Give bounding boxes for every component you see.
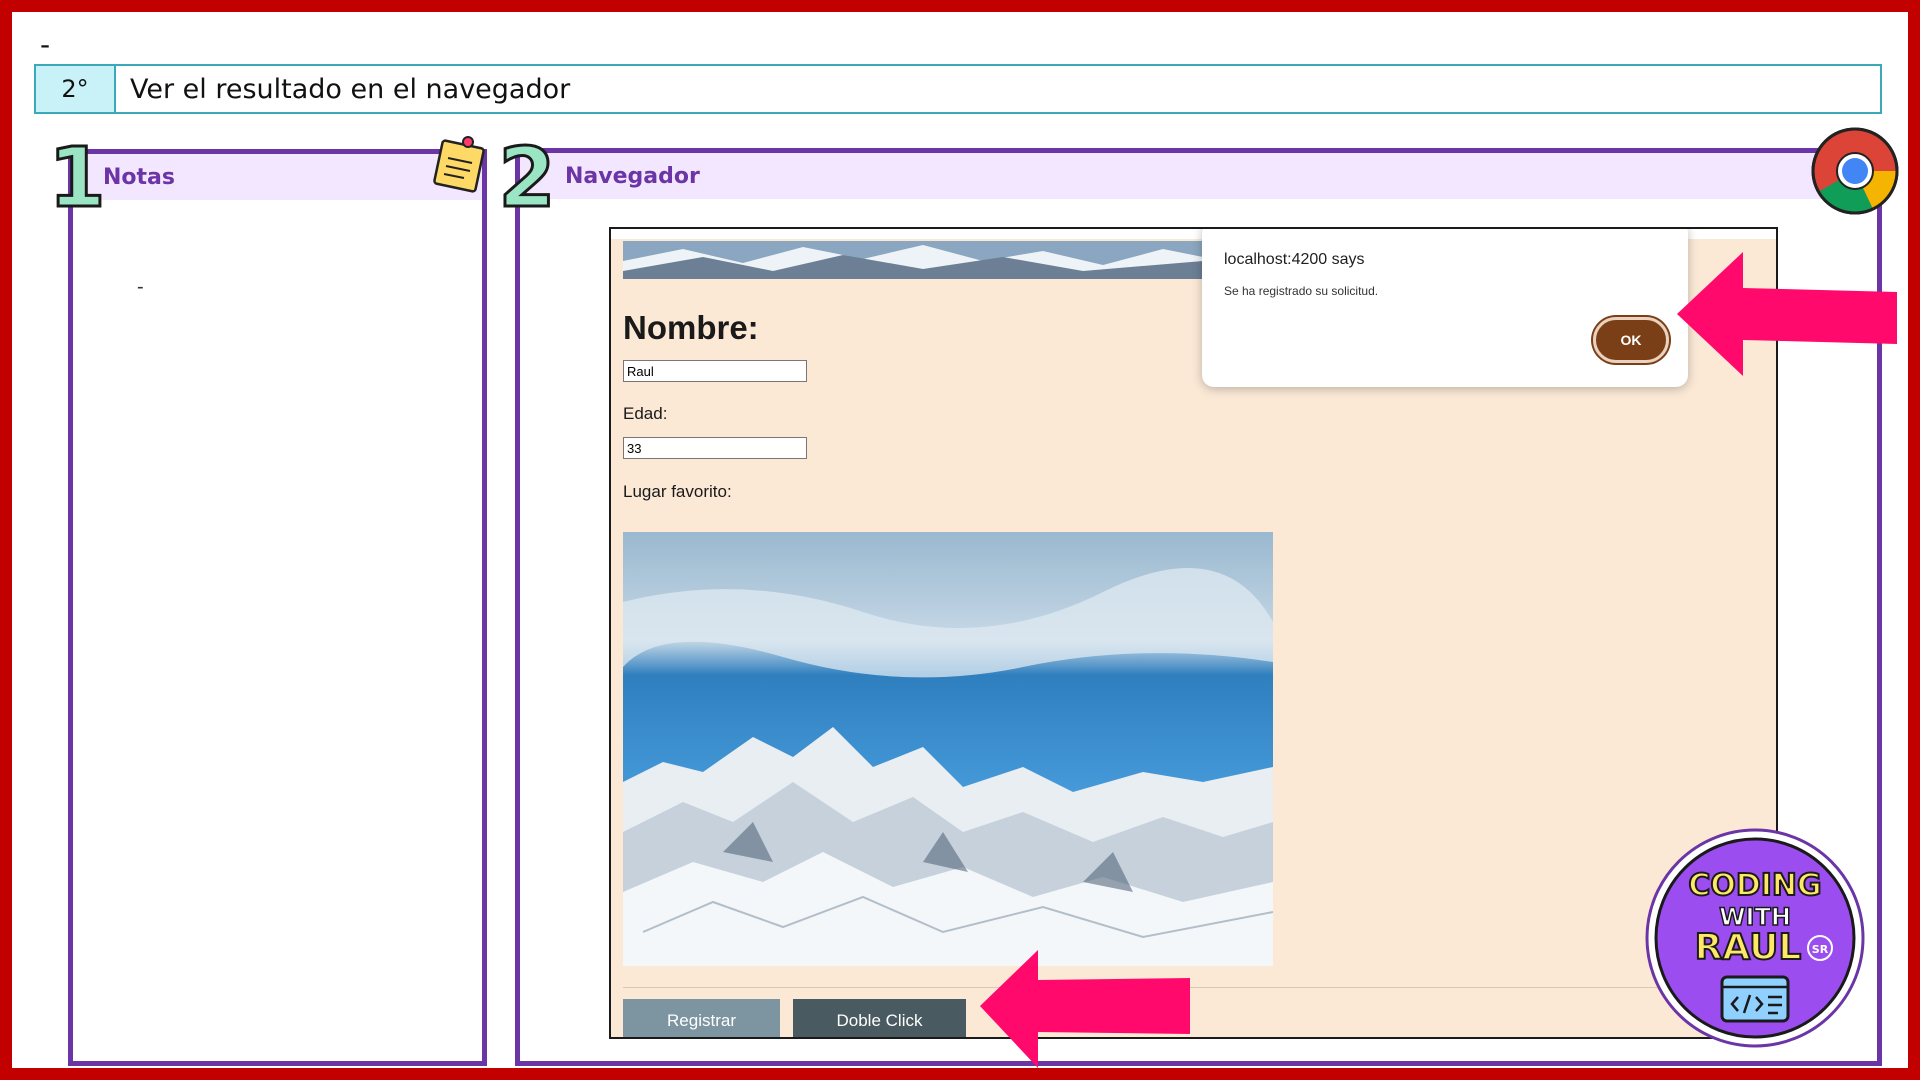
badge-number-2: 2: [498, 140, 556, 216]
logo-badge: SR: [1812, 943, 1829, 956]
form-title: Nombre:: [623, 309, 759, 346]
mountain-image: [623, 532, 1273, 966]
notes-panel: Notas -: [68, 149, 487, 1066]
sticky-note-icon: [433, 136, 485, 193]
chrome-icon: [1811, 127, 1899, 215]
register-button[interactable]: Registrar: [623, 999, 780, 1037]
alert-dialog: localhost:4200 says Se ha registrado su …: [1202, 229, 1688, 387]
alert-title: localhost:4200 says: [1224, 251, 1365, 268]
notes-title: Notas: [103, 164, 175, 190]
notes-header: Notas: [73, 154, 482, 200]
age-input[interactable]: [623, 437, 807, 459]
notes-content: -: [137, 276, 144, 298]
slide: - 2° Ver el resultado en el navegador No…: [12, 12, 1908, 1068]
badge-number-1: 1: [52, 140, 102, 216]
step-bar: 2° Ver el resultado en el navegador: [34, 64, 1882, 114]
form-divider: [623, 987, 1764, 988]
browser-screenshot: Nombre: Edad: Lugar favorito:: [609, 227, 1778, 1039]
step-title: Ver el resultado en el navegador: [130, 73, 571, 105]
double-click-button[interactable]: Doble Click: [793, 999, 966, 1037]
alert-message: Se ha registrado su solicitud.: [1224, 284, 1379, 298]
arrow-to-button-icon: [980, 950, 1190, 1068]
logo-line1: CODING: [1688, 868, 1821, 903]
age-label: Edad:: [623, 404, 668, 423]
alert-ok-button[interactable]: OK: [1593, 317, 1669, 363]
step-number: 2°: [36, 66, 116, 112]
badge-number-1-text: 1: [52, 140, 102, 216]
name-input[interactable]: [623, 360, 807, 382]
logo-line3: RAUL: [1695, 927, 1802, 968]
browser-title: Navegador: [565, 163, 700, 189]
badge-number-2-text: 2: [498, 140, 555, 216]
arrow-to-alert-icon: [1677, 252, 1897, 376]
browser-header: Navegador: [520, 153, 1877, 199]
mountain-banner-image: [623, 241, 1203, 279]
place-label: Lugar favorito:: [623, 482, 732, 501]
coding-with-raul-logo: CODING WITH RAUL SR: [1645, 828, 1865, 1048]
top-dash: -: [40, 28, 51, 61]
